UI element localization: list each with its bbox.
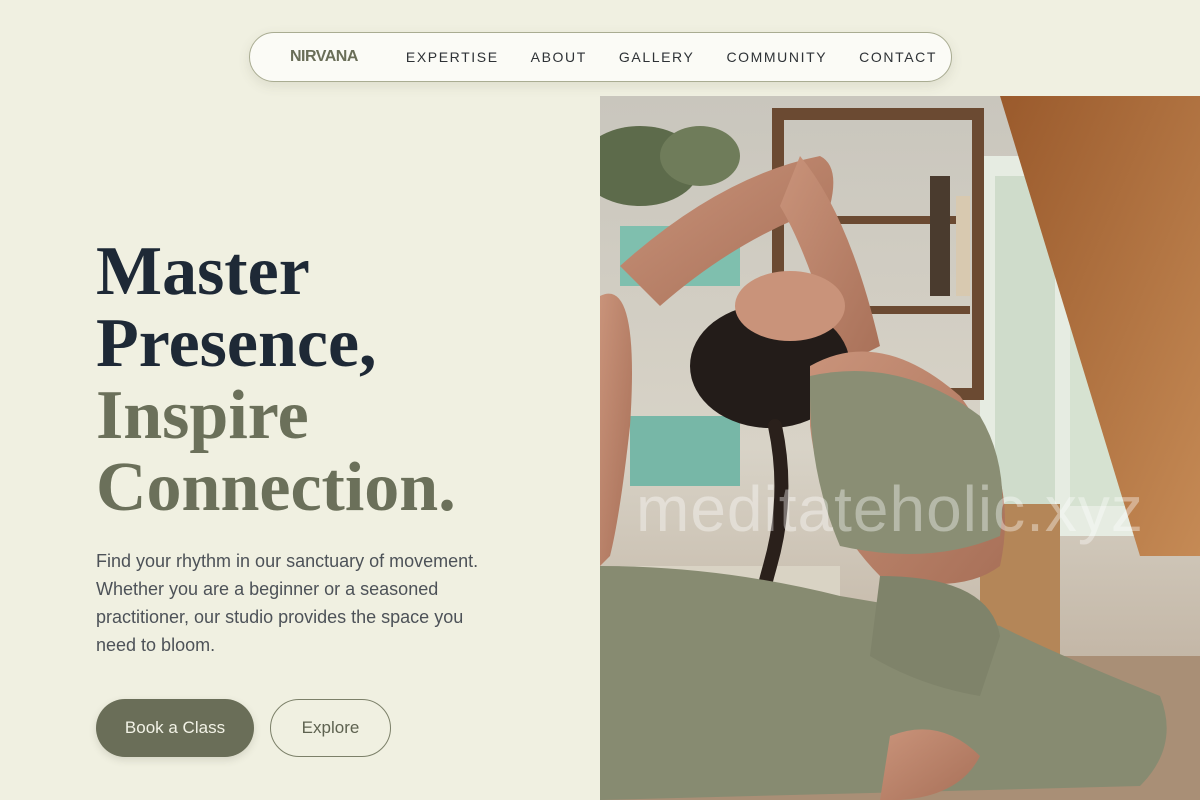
headline-line-4: Connection. [96,449,456,526]
headline-line-1: Master [96,233,310,310]
nav-link-gallery[interactable]: GALLERY [619,49,695,65]
headline-line-3: Inspire [96,377,309,454]
watermark-text: meditateholic.xyz [636,473,1144,545]
nav-link-about[interactable]: ABOUT [531,49,587,65]
hero-headline: Master Presence, Inspire Connection. [96,236,576,524]
yoga-pose-photo [600,96,1200,800]
hero-description: Find your rhythm in our sanctuary of mov… [96,551,479,655]
top-nav: NIRVANA EXPERTISE ABOUT GALLERY COMMUNIT… [249,32,952,82]
book-class-button[interactable]: Book a Class [96,699,254,757]
page: NIRVANA EXPERTISE ABOUT GALLERY COMMUNIT… [0,0,1200,800]
nav-link-contact[interactable]: CONTACT [859,49,937,65]
nav-link-expertise[interactable]: EXPERTISE [406,49,499,65]
headline-line-2: Presence, [96,305,377,382]
explore-button[interactable]: Explore [270,699,391,757]
nav-link-community[interactable]: COMMUNITY [726,49,827,65]
brand-logo[interactable]: NIRVANA [290,48,358,66]
nav-links: EXPERTISE ABOUT GALLERY COMMUNITY CONTAC… [406,49,937,65]
